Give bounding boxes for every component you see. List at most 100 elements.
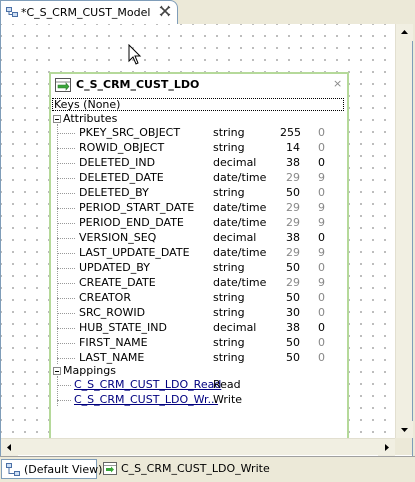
scroll-left-button[interactable] [1, 439, 18, 456]
attribute-scale: 0 [318, 321, 325, 334]
mapping-mode: Read [213, 378, 241, 391]
attribute-name: VERSION_SEQ [79, 231, 157, 244]
tree-connector [57, 238, 75, 239]
tree-connector [57, 283, 75, 284]
attribute-length: 50 [286, 261, 300, 274]
attribute-length: 50 [286, 351, 300, 364]
mapping-link[interactable]: C_S_CRM_CUST_LDO_Wr... [74, 393, 218, 406]
attribute-type: string [213, 336, 245, 349]
attribute-name: HUB_STATE_IND [79, 321, 167, 334]
attribute-row[interactable]: PKEY_SRC_OBJECT string 255 0 [51, 126, 347, 141]
mapping-icon [103, 462, 117, 475]
attribute-scale: 0 [318, 291, 325, 304]
attribute-name: ROWID_OBJECT [79, 141, 165, 154]
attribute-scale: 0 [318, 351, 325, 364]
tab-mapping-write[interactable]: C_S_CRM_CUST_LDO_Write [99, 459, 270, 479]
attribute-name: CREATE_DATE [79, 276, 156, 289]
attribute-scale: 0 [318, 156, 325, 169]
editor-tab-model[interactable]: *C_S_CRM_CUST_Model [0, 0, 178, 24]
attribute-length: 255 [280, 126, 301, 139]
view-icon [6, 463, 20, 476]
mapping-row[interactable]: C_S_CRM_CUST_LDO_Read Read [51, 378, 347, 393]
tab-label: C_S_CRM_CUST_LDO_Write [121, 462, 270, 475]
attribute-length: 29 [286, 246, 300, 259]
attribute-scale: 9 [318, 216, 325, 229]
mappings-section-header[interactable]: Mappings [53, 364, 116, 377]
attribute-scale: 9 [318, 201, 325, 214]
mapping-row[interactable]: C_S_CRM_CUST_LDO_Wr... Write [51, 393, 347, 408]
attribute-length: 38 [286, 321, 300, 334]
diagram-canvas[interactable]: C_S_CRM_CUST_LDO × Keys (None) Attribute… [1, 24, 396, 454]
attribute-type: string [213, 261, 245, 274]
attribute-scale: 0 [318, 336, 325, 349]
attribute-row[interactable]: FIRST_NAME string 50 0 [51, 336, 347, 351]
attribute-scale: 0 [318, 126, 325, 139]
data-object-icon [55, 78, 71, 92]
attribute-length: 29 [286, 216, 300, 229]
node-close-icon[interactable]: × [333, 77, 342, 90]
attribute-row[interactable]: HUB_STATE_IND decimal 38 0 [51, 321, 347, 336]
scroll-right-button[interactable] [378, 439, 395, 456]
attribute-type: decimal [213, 321, 257, 334]
attribute-row[interactable]: SRC_ROWID string 30 0 [51, 306, 347, 321]
editor-tab-title: *C_S_CRM_CUST_Model [21, 6, 151, 19]
attribute-row[interactable]: LAST_UPDATE_DATE date/time 29 9 [51, 246, 347, 261]
mouse-cursor-icon [128, 44, 142, 65]
attributes-label: Attributes [63, 112, 118, 125]
tree-connector [57, 328, 75, 329]
attribute-length: 38 [286, 231, 300, 244]
attribute-name: PKEY_SRC_OBJECT [79, 126, 181, 139]
attribute-length: 14 [286, 141, 300, 154]
vertical-scrollbar[interactable] [395, 24, 413, 438]
scroll-down-button[interactable] [396, 421, 413, 438]
attribute-length: 29 [286, 276, 300, 289]
attribute-row[interactable]: ROWID_OBJECT string 14 0 [51, 141, 347, 156]
node-header[interactable]: C_S_CRM_CUST_LDO × [51, 74, 347, 96]
attribute-row[interactable]: VERSION_SEQ decimal 38 0 [51, 231, 347, 246]
close-icon[interactable] [159, 5, 171, 17]
attribute-type: decimal [213, 231, 257, 244]
attribute-name: DELETED_IND [79, 156, 156, 169]
tree-connector [57, 163, 75, 164]
attribute-row[interactable]: CREATE_DATE date/time 29 9 [51, 276, 347, 291]
collapse-icon[interactable] [53, 115, 61, 123]
attributes-section-header[interactable]: Attributes [53, 112, 117, 125]
attribute-row[interactable]: PERIOD_START_DATE date/time 29 9 [51, 201, 347, 216]
attribute-scale: 9 [318, 276, 325, 289]
attribute-type: decimal [213, 156, 257, 169]
attribute-row[interactable]: DELETED_BY string 50 0 [51, 186, 347, 201]
attribute-type: date/time [213, 276, 267, 289]
attribute-type: string [213, 291, 245, 304]
attribute-name: LAST_NAME [79, 351, 145, 364]
attribute-row[interactable]: CREATOR string 50 0 [51, 291, 347, 306]
attribute-name: PERIOD_START_DATE [79, 201, 195, 214]
attribute-scale: 0 [318, 186, 325, 199]
arrow-right-icon [385, 444, 389, 451]
attribute-scale: 9 [318, 246, 325, 259]
attribute-type: date/time [213, 246, 267, 259]
mapping-link[interactable]: C_S_CRM_CUST_LDO_Read [74, 378, 221, 391]
tab-default-view[interactable]: (Default View) [1, 459, 102, 479]
tree-connector [57, 358, 75, 359]
attribute-row[interactable]: PERIOD_END_DATE date/time 29 9 [51, 216, 347, 231]
attribute-length: 50 [286, 336, 300, 349]
tree-connector [57, 223, 75, 224]
collapse-icon[interactable] [53, 367, 61, 375]
attribute-type: string [213, 126, 245, 139]
data-object-node[interactable]: C_S_CRM_CUST_LDO × Keys (None) Attribute… [49, 72, 349, 454]
scroll-up-button[interactable] [396, 24, 413, 41]
model-icon [6, 7, 18, 17]
attribute-type: string [213, 351, 245, 364]
attribute-type: string [213, 306, 245, 319]
attribute-row[interactable]: DELETED_IND decimal 38 0 [51, 156, 347, 171]
horizontal-scrollbar[interactable] [1, 438, 395, 456]
attribute-name: CREATOR [79, 291, 131, 304]
keys-section[interactable]: Keys (None) [52, 98, 344, 111]
attribute-row[interactable]: DELETED_DATE date/time 29 9 [51, 171, 347, 186]
attribute-type: date/time [213, 171, 267, 184]
attribute-type: string [213, 141, 245, 154]
attribute-length: 29 [286, 171, 300, 184]
arrow-up-icon [401, 30, 408, 34]
attribute-row[interactable]: UPDATED_BY string 50 0 [51, 261, 347, 276]
attribute-length: 29 [286, 201, 300, 214]
